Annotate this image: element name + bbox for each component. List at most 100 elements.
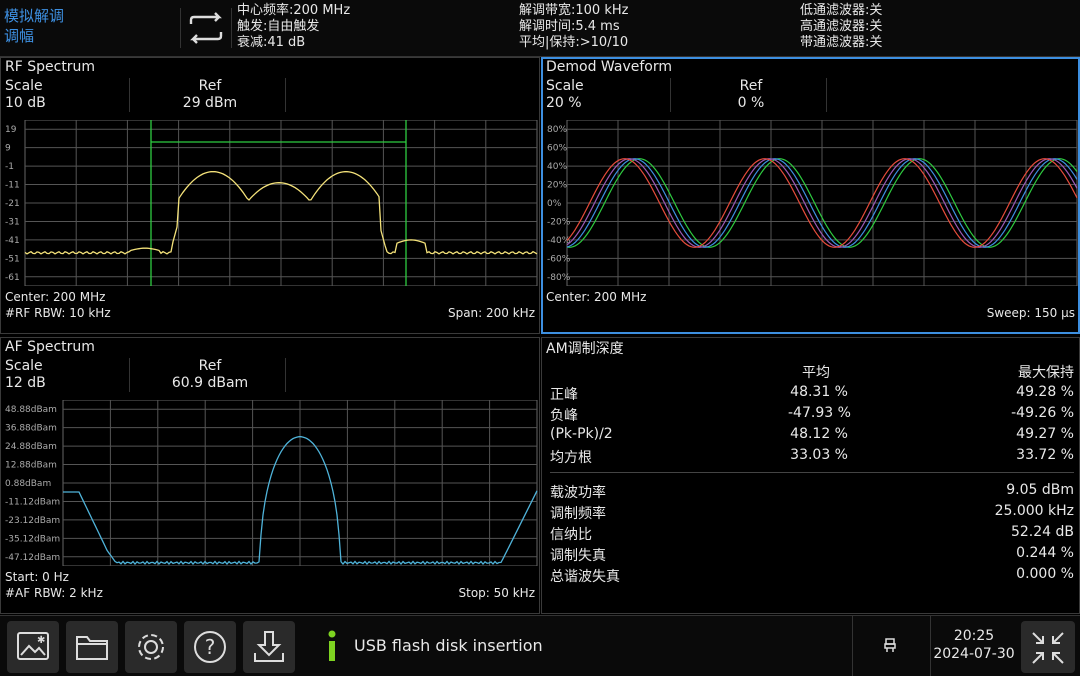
y-tick-label: -11.12dBam: [5, 497, 60, 507]
mode-label[interactable]: 模拟解调 调幅: [4, 6, 174, 46]
af-spectrum-panel[interactable]: AF Spectrum Scale 12 dB Ref 60.9 dBam 48…: [0, 337, 540, 614]
help-button[interactable]: ?: [184, 621, 236, 673]
date-label: 2024-07-30: [933, 646, 1015, 662]
am-depth-row: (Pk-Pk)/2 48.12 % 49.27 %: [550, 426, 1074, 446]
divider: [285, 78, 286, 112]
collapse-button[interactable]: [1021, 621, 1075, 673]
info-col-3: 低通滤波器:关 高通滤波器:关 带通滤波器:关: [800, 3, 882, 51]
svg-text:✱: ✱: [37, 635, 45, 646]
y-tick-label: -20%: [547, 217, 571, 227]
panel-title: Demod Waveform: [546, 59, 672, 75]
row-label: 负峰: [550, 408, 578, 424]
divider: [285, 358, 286, 392]
am-depth-row: 正峰 48.31 % 49.28 %: [550, 384, 1074, 404]
swap-icon: [189, 12, 223, 44]
scale-block: Scale 20 %: [546, 78, 584, 112]
y-tick-label: -47.12dBam: [5, 553, 60, 563]
usb-icon: [884, 638, 896, 652]
stop-label: Stop: 50 kHz: [458, 586, 536, 600]
stat-label: 调制失真: [550, 548, 606, 564]
demod-bw-info: 解调带宽:100 kHz: [519, 3, 629, 18]
row-max: -49.26 %: [1011, 405, 1074, 421]
collapse-icon: [1032, 632, 1064, 664]
y-tick-label: 60%: [547, 144, 567, 154]
help-icon: ?: [194, 631, 226, 663]
avg-hold-info: 平均|保持:>10/10: [519, 35, 629, 50]
info-col-2: 解调带宽:100 kHz 解调时间:5.4 ms 平均|保持:>10/10: [519, 3, 628, 51]
row-max: 49.27 %: [1016, 426, 1074, 442]
y-tick-label: 0.88dBam: [5, 479, 51, 489]
rf-spectrum-plot[interactable]: 19 9 -1 -11 -21 -31 -41 -51 -61: [1, 120, 539, 286]
y-tick-label: 12.88dBam: [5, 461, 57, 471]
divider: [826, 78, 827, 112]
clock: 20:25 2024-07-30: [930, 627, 1018, 663]
y-tick-label: 19: [5, 125, 17, 135]
sweep-label: Sweep: 150 μs: [986, 306, 1075, 320]
top-status-bar: 模拟解调 调幅 中心频率:200 MHz 触发:自由触发 衰减:41 dB 解调…: [0, 0, 1080, 57]
row-max: 33.72 %: [1016, 447, 1074, 463]
y-tick-label: 36.88dBam: [5, 424, 57, 434]
bottom-toolbar: ✱ ? USB flash disk insertion 20:25 2024-…: [0, 615, 1080, 676]
am-stat-row: 载波功率 9.05 dBm: [550, 482, 1074, 502]
ref-label: Ref: [739, 78, 763, 94]
divider: [852, 616, 853, 676]
time-label: 20:25: [953, 628, 995, 644]
ref-value: 0 %: [737, 95, 765, 111]
rbw-label: #RF RBW: 10 kHz: [5, 306, 111, 320]
y-tick-label: 80%: [547, 125, 567, 135]
row-avg: 48.12 %: [790, 426, 848, 442]
y-tick-label: -31: [5, 217, 20, 227]
demod-waveform-plot[interactable]: 80%60%40%20%0%-20%-40%-60%-80%: [543, 120, 1078, 286]
am-depth-row: 均方根 33.03 % 33.72 %: [550, 447, 1074, 467]
y-tick-label: -23.12dBam: [5, 516, 60, 526]
row-label: (Pk-Pk)/2: [550, 426, 613, 442]
stat-label: 载波功率: [550, 485, 606, 501]
screenshot-button[interactable]: ✱: [7, 621, 59, 673]
scale-label: Scale: [5, 358, 43, 374]
y-tick-label: 24.88dBam: [5, 442, 57, 452]
attenuation-info: 衰减:41 dB: [237, 35, 306, 50]
y-tick-label: 0%: [547, 199, 562, 209]
y-tick-label: 40%: [547, 162, 567, 172]
gear-icon: [138, 634, 164, 660]
scale-label: Scale: [546, 78, 584, 94]
start-label: Start: 0 Hz: [5, 570, 69, 584]
center-freq-info: 中心频率:200 MHz: [237, 3, 351, 18]
af-spectrum-plot[interactable]: 48.88dBam 36.88dBam 24.88dBam 12.88dBam 0.88…: [1, 400, 539, 566]
ref-label: Ref: [198, 358, 222, 374]
mode-subtitle: 调幅: [4, 27, 35, 45]
am-stat-row: 信纳比 52.24 dB: [550, 524, 1074, 544]
row-max: 49.28 %: [1016, 384, 1074, 400]
y-tick-label: -11: [5, 181, 20, 191]
save-button[interactable]: [243, 621, 295, 673]
scale-block: Scale 10 dB: [5, 78, 46, 112]
divider: [129, 78, 130, 112]
ref-value: 29 dBm: [182, 95, 238, 111]
am-stat-row: 调制失真 0.244 %: [550, 545, 1074, 565]
stat-value: 9.05 dBm: [1006, 482, 1074, 498]
demod-waveform-panel[interactable]: Demod Waveform Scale 20 % Ref 0 % 80% 60%…: [541, 57, 1080, 334]
screenshot-icon: ✱: [17, 632, 49, 660]
col-max-header: 最大保持: [1018, 365, 1074, 381]
settings-button[interactable]: [125, 621, 177, 673]
demod-time-info: 解调时间:5.4 ms: [519, 19, 620, 34]
scale-label: Scale: [5, 78, 43, 94]
rf-spectrum-panel[interactable]: RF Spectrum Scale 10 dB Ref 29 dBm 19 9 -1…: [0, 57, 540, 334]
y-tick-label: 48.88dBam: [5, 405, 57, 415]
y-tick-label: -21: [5, 199, 20, 209]
divider: [129, 358, 130, 392]
info-col-1: 中心频率:200 MHz 触发:自由触发 衰减:41 dB: [237, 3, 350, 51]
scale-ref-header: Scale 12 dB Ref 60.9 dBam: [5, 358, 286, 394]
row-label: 均方根: [550, 450, 592, 466]
am-depth-panel[interactable]: AM调制深度 平均 最大保持 正峰 48.31 % 49.28 % 负峰 -47.93 …: [541, 337, 1080, 614]
scale-ref-header: Scale 20 % Ref 0 %: [546, 78, 827, 114]
am-stat-row: 总谐波失真 0.000 %: [550, 566, 1074, 586]
file-manager-button[interactable]: [66, 621, 118, 673]
swap-button[interactable]: [180, 8, 232, 48]
y-tick-label: -1: [5, 162, 14, 172]
mode-title: 模拟解调: [4, 7, 65, 25]
scale-ref-header: Scale 10 dB Ref 29 dBm: [5, 78, 286, 114]
y-tick-label: 9: [5, 144, 11, 154]
span-label: Span: 200 kHz: [447, 306, 535, 320]
ref-block: Ref 60.9 dBam: [135, 358, 285, 392]
